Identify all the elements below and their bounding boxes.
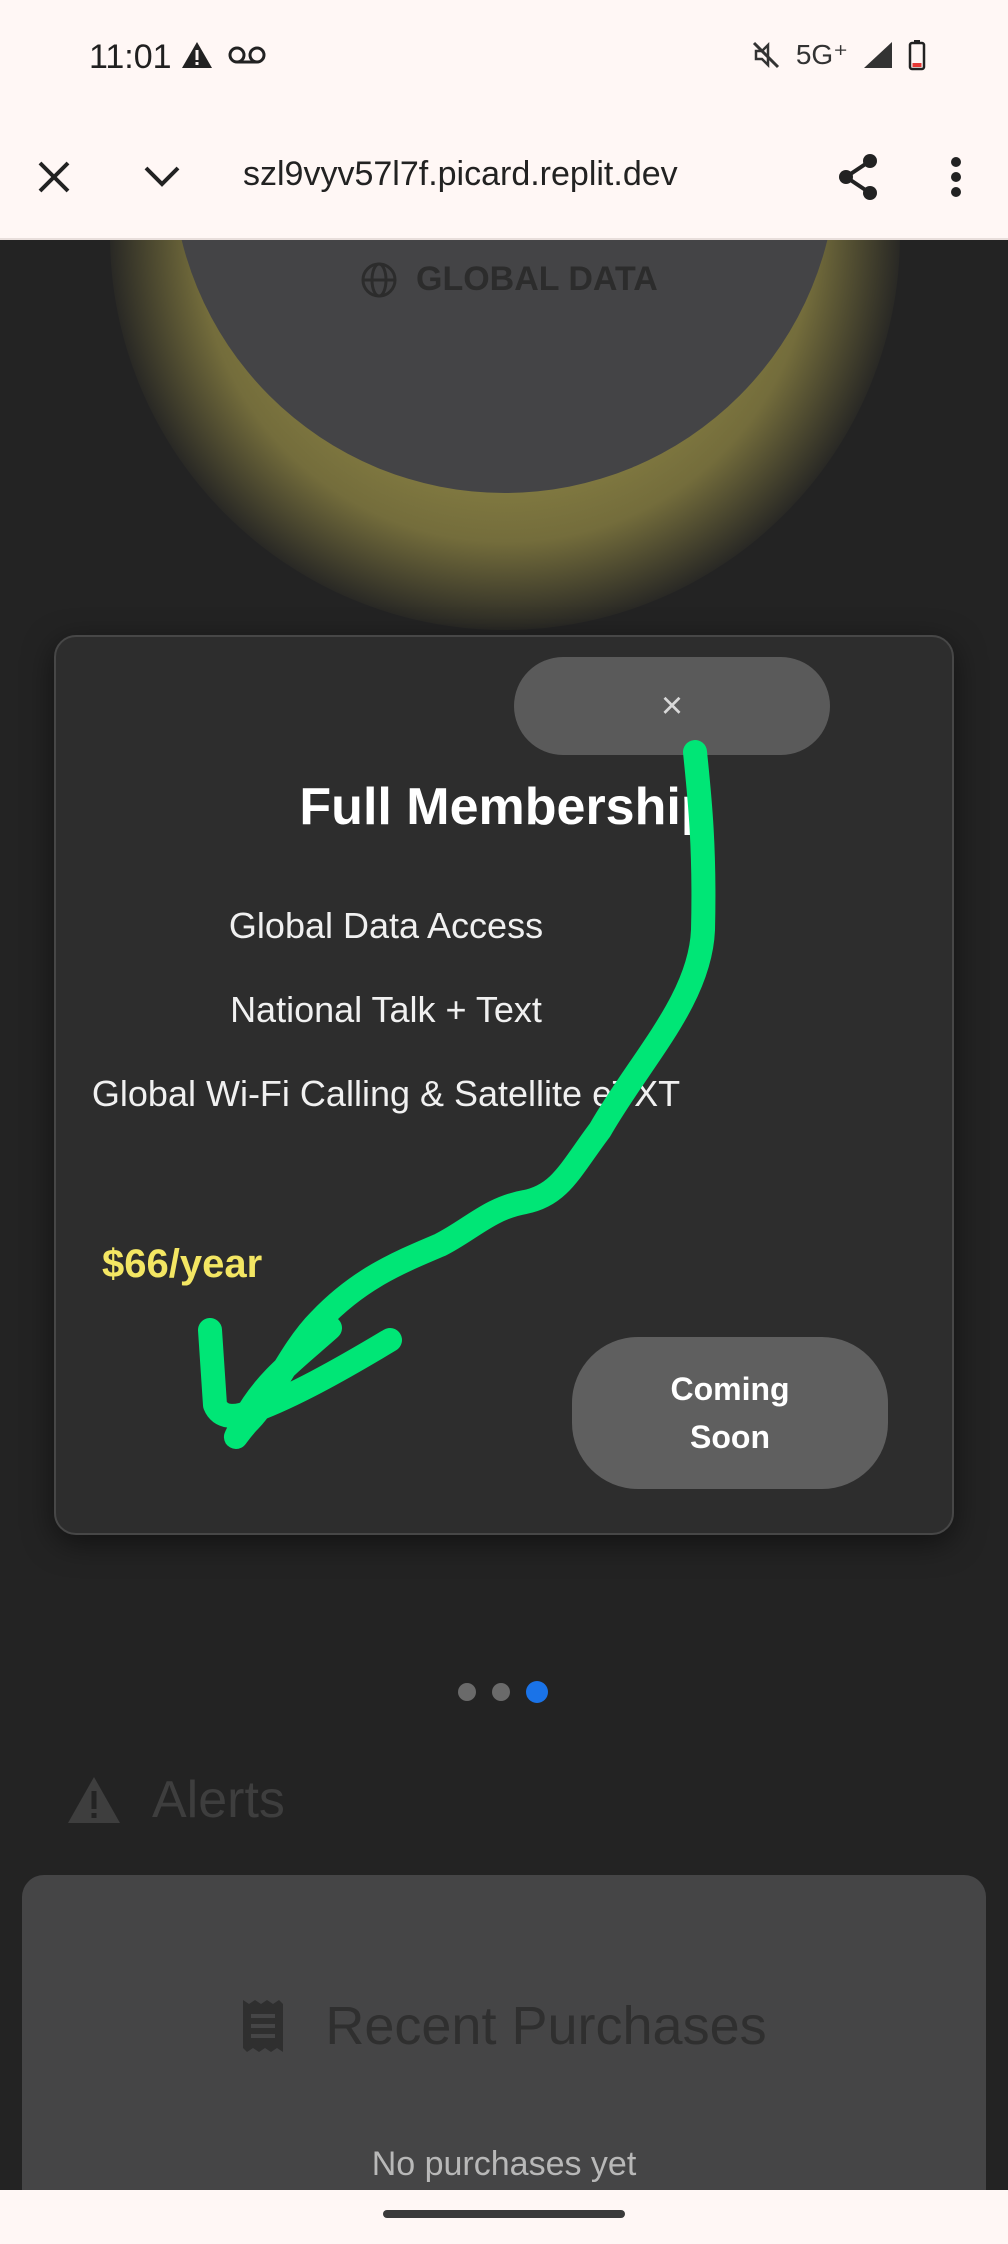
status-right-icons: 5G⁺: [750, 38, 926, 71]
modal-title: Full Membership: [299, 778, 713, 836]
voicemail-icon: [228, 46, 266, 64]
warning-icon: [68, 1777, 120, 1823]
feature-list: Global Data Access National Talk + Text …: [56, 905, 716, 1157]
status-left-icons: [180, 40, 266, 70]
url-bar[interactable]: szl9vyv57l7f.picard.replit.dev: [243, 155, 803, 194]
carousel-dot-active[interactable]: [526, 1681, 548, 1703]
more-options-button[interactable]: [924, 145, 988, 209]
membership-modal: × Full Membership Global Data Access Nat…: [54, 635, 954, 1535]
receipt-icon: [243, 2000, 284, 2052]
signal-icon: [864, 41, 892, 68]
alerts-title: Alerts: [152, 1771, 285, 1829]
close-tab-button[interactable]: [22, 145, 86, 209]
chevron-down-icon: [144, 166, 180, 187]
page-content: GLOBAL DATA × Full Membership Global Dat…: [0, 240, 1008, 2190]
carousel-dot[interactable]: [492, 1683, 510, 1701]
empty-state-text: No purchases yet: [371, 2145, 637, 2183]
share-button[interactable]: [826, 145, 890, 209]
status-time: 11:01: [89, 38, 172, 76]
alerts-section-header: Alerts: [66, 1770, 285, 1830]
minimize-button[interactable]: [130, 145, 194, 209]
carousel-dots: [458, 1681, 548, 1703]
feature-item: National Talk + Text: [230, 989, 542, 1030]
battery-icon: [908, 39, 926, 70]
carousel-dot[interactable]: [458, 1683, 476, 1701]
network-type: 5G⁺: [795, 39, 848, 70]
hero-label-text: GLOBAL DATA: [416, 260, 658, 298]
feature-item: Global Data Access: [228, 905, 544, 946]
system-nav-bar: [0, 2190, 1008, 2244]
modal-close-button[interactable]: ×: [514, 657, 830, 755]
close-icon: [38, 161, 70, 193]
feature-item: Global Wi-Fi Calling & Satellite eTXT: [91, 1073, 681, 1114]
coming-soon-button[interactable]: Coming Soon: [572, 1337, 888, 1489]
status-bar: 11:01 5G⁺: [0, 0, 1008, 115]
warning-icon: [182, 42, 212, 68]
recent-purchases-header: Recent Purchases: [22, 1995, 986, 2057]
mute-icon: [752, 41, 779, 68]
price-label: $66/year: [102, 1242, 263, 1286]
gesture-handle[interactable]: [383, 2210, 625, 2218]
more-vert-icon: [951, 157, 961, 197]
browser-toolbar: szl9vyv57l7f.picard.replit.dev: [0, 115, 1008, 240]
recent-purchases-card: Recent Purchases No purchases yet: [22, 1875, 986, 2190]
recent-purchases-title: Recent Purchases: [325, 1996, 767, 2056]
globe-icon: [361, 262, 397, 297]
share-icon: [839, 154, 877, 200]
hero-label: GLOBAL DATA: [360, 260, 658, 299]
coming-soon-label: Coming Soon: [670, 1371, 790, 1455]
